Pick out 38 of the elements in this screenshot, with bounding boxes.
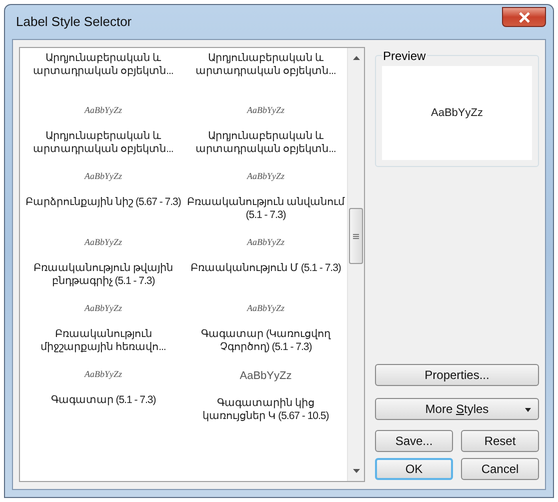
dialog-button[interactable]: Reset: [461, 430, 539, 452]
close-button[interactable]: [502, 7, 546, 27]
scrollbar[interactable]: [347, 48, 364, 481]
dialog-button[interactable]: Cancel: [461, 458, 539, 480]
scroll-down-icon[interactable]: [352, 469, 360, 473]
style-name[interactable]: Արդյունաբերական և արտադրական օբյեկտն...: [184, 52, 347, 78]
preview-sample: AaBbYyZz: [431, 106, 483, 121]
scroll-thumb[interactable]: [349, 208, 363, 264]
style-name[interactable]: Բռաականություն Մ (5.1 - 7.3): [184, 262, 347, 274]
style-name[interactable]: Արդյունաբերական և արտադրական օբյեկտն...: [22, 130, 184, 156]
style-sample[interactable]: AaBbYyZz: [246, 302, 284, 316]
style-name[interactable]: Արդյունաբերական և արտադրական օբյեկտն...: [22, 52, 184, 78]
scroll-up-icon[interactable]: [352, 56, 360, 60]
style-name[interactable]: Գագատար (Կառուցվող Չգործող) (5.1 - 7.3): [184, 328, 347, 354]
dialog-button[interactable]: Properties...: [375, 364, 539, 386]
style-sample[interactable]: AaBbYyZz: [246, 104, 284, 118]
style-name[interactable]: Բռաականություն միջշարքային հեռավո...: [22, 328, 184, 354]
window-title: Label Style Selector: [16, 13, 132, 32]
style-name[interactable]: Գագատար (5.1 - 7.3): [22, 394, 184, 406]
grip-icon: [353, 234, 359, 238]
style-sample[interactable]: AaBbYyZz: [84, 170, 122, 184]
style-sample[interactable]: AaBbYyZz: [246, 170, 284, 184]
dialog-button[interactable]: Save...: [375, 430, 453, 452]
style-name[interactable]: Գագատարին կից կառույցներ Կ (5.67 - 10.5): [184, 396, 347, 422]
style-sample[interactable]: AaBbYyZz: [246, 236, 284, 250]
style-name[interactable]: Բռաականություն թվային բնդթագրիչ (5.1 - 7.3): [22, 262, 184, 288]
style-sample[interactable]: AaBbYyZz: [84, 302, 122, 316]
dialog-button[interactable]: OK: [375, 458, 453, 480]
style-sample[interactable]: AaBbYyZz: [84, 104, 122, 118]
style-sample[interactable]: AaBbYyZz: [240, 368, 292, 384]
style-name[interactable]: Արդյունաբերական և արտադրական օբյեկտն...: [184, 130, 347, 156]
style-sample[interactable]: AaBbYyZz: [84, 368, 122, 382]
close-icon: [518, 12, 530, 22]
style-name[interactable]: Բարձրունքային նիշ (5.67 - 7.3): [22, 196, 184, 208]
style-sample[interactable]: AaBbYyZz: [84, 236, 122, 250]
caret-icon: [525, 408, 531, 412]
dropdown-button[interactable]: More Styles: [375, 398, 539, 420]
style-name[interactable]: Բռաականություն անվանում (5.1 - 7.3): [184, 196, 347, 222]
